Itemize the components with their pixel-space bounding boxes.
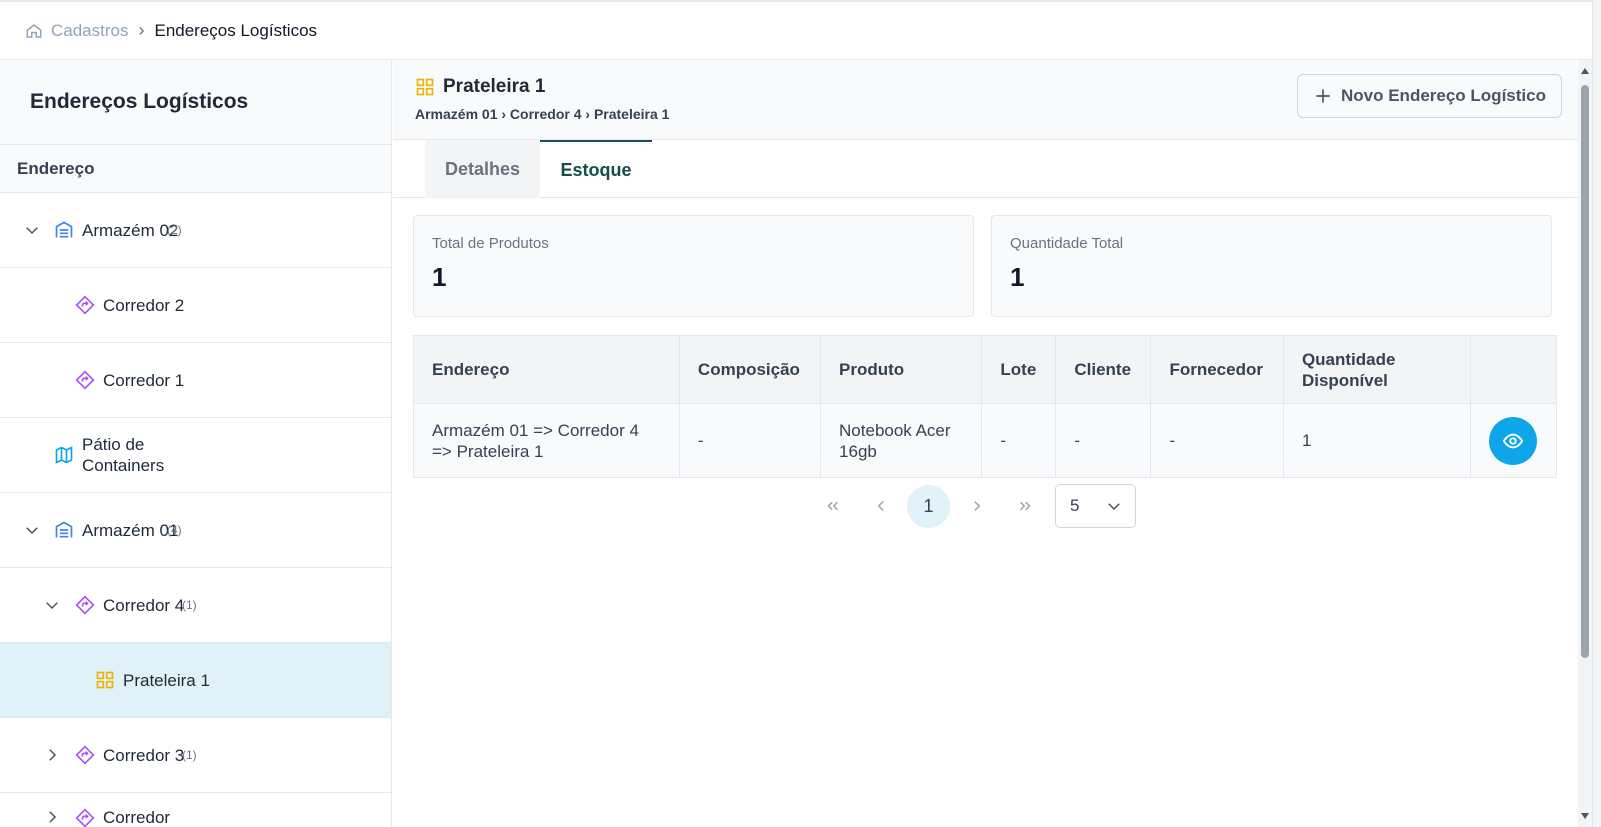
shelf-icon — [94, 669, 116, 691]
plus-icon — [1316, 89, 1330, 103]
vertical-scrollbar[interactable] — [1578, 60, 1592, 827]
page-size-select[interactable]: 5 — [1055, 484, 1136, 528]
cell-fornecedor: - — [1150, 403, 1284, 478]
cell-composicao: - — [678, 403, 822, 478]
new-address-label: Novo Endereço Logístico — [1341, 86, 1546, 105]
summary-card-total-quantity: Quantidade Total 1 — [991, 215, 1552, 317]
column-header: Endereço — [413, 335, 680, 404]
tree-item-count: (1) — [182, 748, 197, 762]
cell-quantidade: 1 — [1282, 403, 1471, 478]
cell-produto: Notebook Acer 16gb — [820, 403, 983, 478]
table-row: Armazém 01 => Corredor 4 => Prateleira 1… — [413, 403, 1558, 478]
chevron-down-icon[interactable] — [22, 520, 42, 540]
corridor-icon — [74, 594, 96, 616]
home-icon — [26, 23, 42, 38]
chevron-left-icon — [877, 500, 884, 512]
corridor-icon — [74, 294, 96, 316]
column-header: Composição — [678, 335, 822, 404]
breadcrumb-current: Endereços Logísticos — [154, 20, 318, 40]
new-address-button[interactable]: Novo Endereço Logístico — [1297, 74, 1562, 118]
chevron-right-icon — [973, 500, 980, 512]
detail-title: Prateleira 1 — [415, 76, 545, 98]
prev-page-button[interactable] — [859, 485, 902, 528]
tree-item-corredor-1[interactable]: Corredor 1 — [0, 343, 391, 418]
detail-header: Prateleira 1 Armazém 01 › Corredor 4 › P… — [393, 60, 1592, 140]
tree-column-header: Endereço — [0, 145, 391, 193]
column-header: Fornecedor — [1150, 335, 1284, 404]
tree-item-corredor-partial[interactable]: Corredor — [0, 793, 391, 827]
detail-title-label: Prateleira 1 — [443, 76, 546, 97]
tree-item-patio[interactable]: Pátio de Containers — [0, 418, 391, 493]
tree-item-corredor-4[interactable]: Corredor 4 (1) — [0, 568, 391, 643]
chevron-down-icon[interactable] — [42, 595, 62, 615]
chevrons-right-icon — [1019, 501, 1031, 511]
cell-cliente: - — [1055, 403, 1152, 478]
summary-card-total-products: Total de Produtos 1 — [413, 215, 974, 317]
cell-actions — [1469, 403, 1558, 478]
tree-item-corredor-2[interactable]: Corredor 2 — [0, 268, 391, 343]
eye-icon — [1503, 433, 1524, 448]
warehouse-icon — [53, 219, 75, 241]
tree-item-armazem-02[interactable]: Armazém 02 (2) — [0, 193, 391, 268]
card-value: 1 — [1010, 262, 1025, 292]
tree-item-label: Corredor 2 — [103, 295, 185, 315]
last-page-button[interactable] — [1003, 485, 1046, 528]
tree-item-label: Pátio de Containers — [82, 435, 165, 475]
tree-item-armazem-01[interactable]: Armazém 01 (4) — [0, 493, 391, 568]
card-label: Quantidade Total — [1010, 235, 1124, 252]
tab-detalhes[interactable]: Detalhes — [425, 140, 540, 198]
tab-bar: Detalhes Estoque — [393, 140, 1592, 198]
shelf-icon — [416, 78, 434, 96]
page-size-value: 5 — [1070, 496, 1080, 515]
tab-estoque[interactable]: Estoque — [540, 140, 652, 198]
detail-path: Armazém 01 › Corredor 4 › Prateleira 1 — [415, 106, 670, 122]
breadcrumb-home-label: Cadastros — [51, 20, 129, 40]
breadcrumb-home[interactable]: Cadastros — [25, 21, 128, 41]
scrollbar-thumb[interactable] — [1581, 85, 1589, 658]
column-header: Lote — [981, 335, 1057, 404]
tree-item-count: (4) — [167, 523, 182, 537]
map-icon — [53, 444, 75, 466]
first-page-button[interactable] — [811, 485, 854, 528]
chevrons-left-icon — [826, 501, 838, 511]
tree-item-label: Corredor — [103, 808, 171, 827]
address-tree-panel: Endereços Logísticos Endereço Armazém 02… — [0, 60, 392, 827]
page-button-current[interactable]: 1 — [907, 484, 950, 528]
column-header-actions — [1469, 335, 1558, 404]
tree-item-label: Prateleira 1 — [123, 670, 210, 690]
chevron-down-icon — [1108, 503, 1120, 511]
tree-item-label: Corredor 1 — [103, 370, 185, 390]
cell-lote: - — [981, 403, 1057, 478]
pagination: 1 5 — [811, 484, 1136, 528]
column-header: Cliente — [1055, 335, 1152, 404]
tree-item-count: (1) — [182, 598, 197, 612]
table-header-row: Endereço Composição Produto Lote Cliente… — [413, 335, 1558, 404]
stock-table: Endereço Composição Produto Lote Cliente… — [413, 335, 1558, 478]
corridor-icon — [74, 807, 96, 827]
summary-cards: Total de Produtos 1 Quantidade Total 1 — [413, 215, 1552, 317]
tree-item-count: (2) — [167, 223, 182, 237]
next-page-button[interactable] — [955, 485, 998, 528]
breadcrumb: Cadastros › Endereços Logísticos — [0, 2, 1592, 60]
chevron-down-icon[interactable] — [22, 220, 42, 240]
detail-panel: Prateleira 1 Armazém 01 › Corredor 4 › P… — [393, 60, 1592, 827]
card-value: 1 — [432, 262, 447, 292]
card-label: Total de Produtos — [432, 235, 549, 252]
column-header: Quantidade Disponível — [1282, 335, 1471, 404]
chevron-right-icon[interactable] — [42, 807, 62, 827]
column-header: Produto — [820, 335, 983, 404]
corridor-icon — [74, 744, 96, 766]
scroll-down-icon[interactable] — [1581, 813, 1589, 819]
corridor-icon — [74, 369, 96, 391]
scroll-up-icon[interactable] — [1581, 68, 1589, 74]
cell-endereco: Armazém 01 => Corredor 4 => Prateleira 1 — [413, 403, 680, 478]
tree-item-prateleira-1[interactable]: Prateleira 1 — [0, 643, 391, 718]
chevron-right-icon[interactable] — [42, 745, 62, 765]
chevron-right-icon: › — [138, 20, 145, 40]
panel-title: Endereços Logísticos — [0, 60, 391, 145]
view-button[interactable] — [1489, 416, 1538, 465]
app-window: Cadastros › Endereços Logísticos Endereç… — [0, 0, 1593, 827]
tree-item-corredor-3[interactable]: Corredor 3 (1) — [0, 718, 391, 793]
warehouse-icon — [53, 519, 75, 541]
